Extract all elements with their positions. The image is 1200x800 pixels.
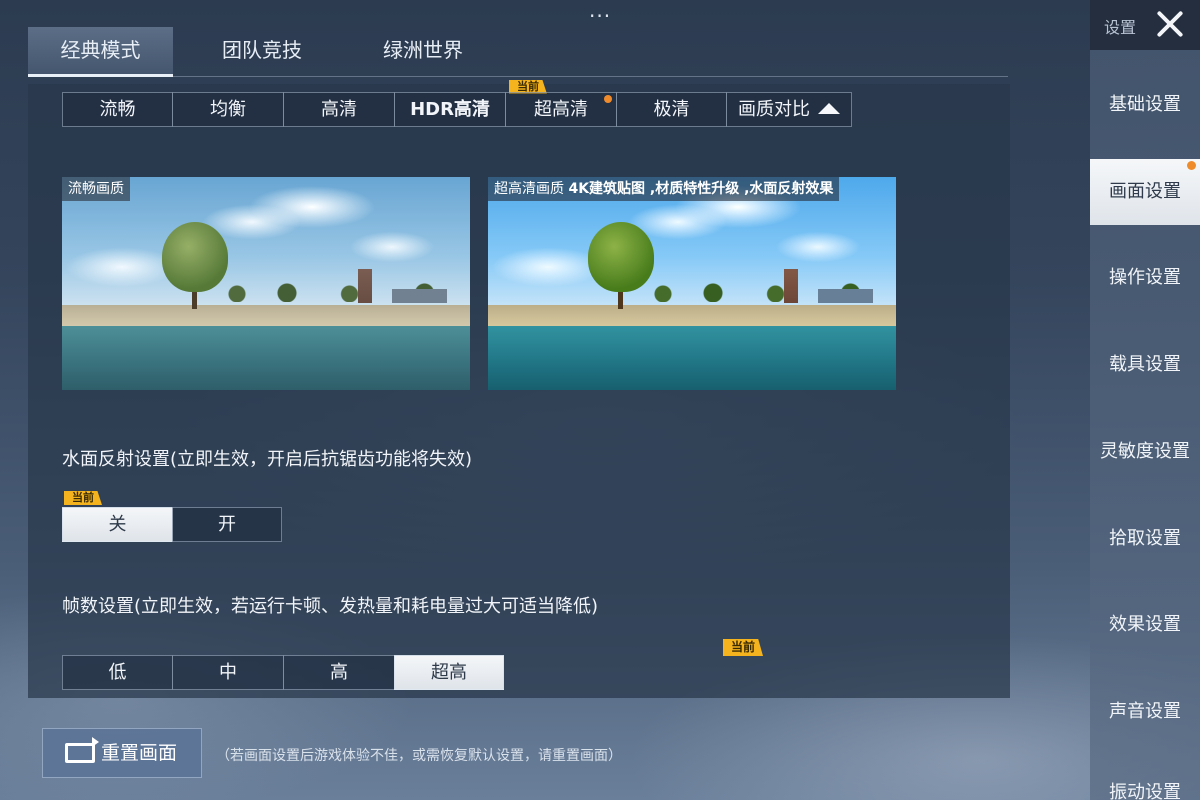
preview-water — [488, 326, 896, 390]
close-icon[interactable] — [1150, 4, 1190, 44]
triangle-up-icon — [818, 103, 840, 114]
tab-team-deathmatch[interactable]: 团队竞技 — [200, 27, 324, 77]
sidebar-item-vibration[interactable]: 振动设置 — [1090, 760, 1200, 800]
preview-tower — [784, 269, 798, 303]
reset-graphics-button[interactable]: 重置画面 — [42, 728, 202, 778]
water-reflection-title: 水面反射设置(立即生效，开启后抗锯齿功能将失效) — [62, 449, 473, 470]
reset-graphics-label: 重置画面 — [101, 742, 178, 764]
quality-option-extreme[interactable]: 极清 — [616, 92, 727, 127]
current-water-tag: 当前 — [64, 491, 102, 505]
fps-option-low[interactable]: 低 — [62, 655, 173, 690]
current-fps-tag: 当前 — [723, 639, 764, 656]
reset-icon — [65, 737, 99, 763]
quality-option-ultra-hd[interactable]: 超高清 — [505, 92, 617, 127]
sidebar-item-sound[interactable]: 声音设置 — [1090, 679, 1200, 745]
quality-compare-toggle[interactable]: 画质对比 — [726, 92, 852, 127]
preview-label-smooth: 流畅画质 — [62, 177, 130, 201]
notification-dot — [604, 95, 612, 103]
sidebar-header: 设置 — [1090, 0, 1200, 50]
sidebar-header-label: 设置 — [1104, 18, 1137, 37]
notification-dot — [1187, 161, 1196, 170]
quality-option-smooth[interactable]: 流畅 — [62, 92, 173, 127]
preview-label-ultra-hd: 超高清画质 4K建筑贴图 ,材质特性升级 ,水面反射效果 — [488, 177, 840, 201]
preview-house — [392, 289, 447, 303]
preview-tree — [588, 222, 654, 292]
fps-option-ultra[interactable]: 超高 — [394, 655, 504, 690]
tab-oasis-world[interactable]: 绿洲世界 — [363, 27, 483, 77]
more-menu-icon[interactable]: ··· — [589, 6, 611, 26]
preview-smooth-quality: 流畅画质 — [62, 177, 470, 390]
sidebar-item-basic[interactable]: 基础设置 — [1090, 72, 1200, 138]
quality-option-ultra-hd-label: 超高清 — [534, 99, 588, 120]
reset-note: （若画面设置后游戏体验不佳，或需恢复默认设置，请重置画面） — [216, 748, 622, 764]
fps-option-medium[interactable]: 中 — [172, 655, 284, 690]
quality-option-balanced[interactable]: 均衡 — [172, 92, 284, 127]
sidebar-item-graphics-label: 画面设置 — [1109, 181, 1181, 202]
preview-tree — [162, 222, 228, 292]
frame-rate-selector: 低 中 高 超高 — [62, 655, 504, 690]
sidebar-item-effects[interactable]: 效果设置 — [1090, 592, 1200, 658]
preview-label-ultra-hd-title: 超高清画质 — [494, 181, 564, 197]
sidebar-item-vehicle[interactable]: 载具设置 — [1090, 332, 1200, 398]
tab-classic-mode[interactable]: 经典模式 — [28, 27, 173, 77]
sidebar-item-pickup[interactable]: 拾取设置 — [1090, 506, 1200, 572]
preview-house — [818, 289, 873, 303]
mode-tab-bar: 经典模式 团队竞技 绿洲世界 — [28, 27, 1008, 77]
graphics-quality-selector: 流畅 均衡 高清 HDR高清 超高清 极清 画质对比 — [62, 92, 852, 127]
quality-option-hd[interactable]: 高清 — [283, 92, 395, 127]
settings-sidebar: 设置 基础设置 画面设置 操作设置 载具设置 灵敏度设置 拾取设置 效果设置 声… — [1090, 0, 1200, 800]
preview-ultra-hd-quality: 超高清画质 4K建筑贴图 ,材质特性升级 ,水面反射效果 — [488, 177, 896, 390]
preview-label-ultra-hd-desc: 4K建筑贴图 ,材质特性升级 ,水面反射效果 — [568, 181, 834, 197]
frame-rate-title: 帧数设置(立即生效，若运行卡顿、发热量和耗电量过大可适当降低) — [62, 596, 599, 617]
water-reflection-off[interactable]: 关 — [62, 507, 173, 542]
preview-tower — [358, 269, 372, 303]
sidebar-item-sensitivity[interactable]: 灵敏度设置 — [1090, 419, 1200, 485]
preview-water — [62, 326, 470, 390]
water-reflection-selector: 关 开 — [62, 507, 282, 542]
sidebar-item-graphics[interactable]: 画面设置 — [1090, 159, 1200, 225]
quality-compare-label: 画质对比 — [738, 99, 810, 120]
water-reflection-on[interactable]: 开 — [172, 507, 282, 542]
sidebar-item-controls[interactable]: 操作设置 — [1090, 245, 1200, 311]
fps-option-high[interactable]: 高 — [283, 655, 395, 690]
quality-option-hdr-hd[interactable]: HDR高清 — [394, 92, 506, 127]
